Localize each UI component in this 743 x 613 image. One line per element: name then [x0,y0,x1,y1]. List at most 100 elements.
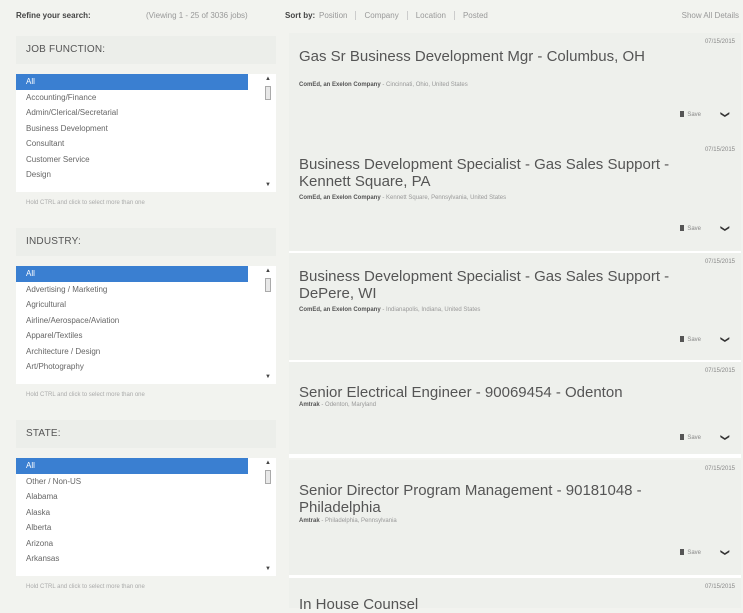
industry-heading: INDUSTRY: [16,228,276,256]
job-title-link[interactable]: Gas Sr Business Development Mgr - Columb… [299,48,719,65]
company-name: ComEd, an Exelon Company [299,307,381,313]
industry-option[interactable]: Airline/Aerospace/Aviation [16,313,248,329]
chevron-down-icon[interactable]: ❯ [720,434,731,442]
bookmark-icon [680,111,685,117]
job-location: Indianapolis, Indiana, United States [386,307,481,313]
refine-search-label: Refine your search: [16,11,91,20]
job-location: Odenton, Maryland [325,402,377,408]
company-name: ComEd, an Exelon Company [299,82,381,88]
save-button[interactable]: Save [680,225,701,232]
job-title-link[interactable]: Senior Electrical Engineer - 90069454 - … [299,384,719,401]
industry-select[interactable]: All Advertising / Marketing Agricultural… [16,266,276,384]
scroll-thumb[interactable] [265,470,271,484]
company-name: Amtrak [299,518,320,524]
save-label: Save [687,435,701,441]
save-label: Save [687,550,701,556]
posted-date: 07/15/2015 [704,368,735,374]
job-function-option[interactable]: Admin/Clerical/Secretarial [16,105,248,121]
industry-option[interactable]: Architecture / Design [16,344,248,360]
sort-position-link[interactable]: Position [319,11,357,20]
save-button[interactable]: Save [680,434,701,441]
industry-scrollbar[interactable]: ▲ ▼ [264,266,272,384]
scroll-up-icon[interactable]: ▲ [264,76,272,82]
chevron-down-icon[interactable]: ❯ [720,225,731,233]
job-card: 07/15/2015 Business Development Speciali… [289,253,741,364]
state-option[interactable]: All [16,458,248,474]
scroll-thumb[interactable] [265,278,271,292]
chevron-down-icon[interactable]: ❯ [720,111,731,119]
job-card: 07/15/2015 Gas Sr Business Development M… [289,33,741,147]
job-function-heading: JOB FUNCTION: [16,36,276,64]
industry-option[interactable]: All [16,266,248,282]
save-label: Save [687,337,701,343]
industry-option[interactable]: Advertising / Marketing [16,282,248,298]
multi-select-hint: Hold CTRL and click to select more than … [26,200,145,206]
job-card: 07/15/2015 Senior Director Program Manag… [289,460,741,579]
company-name: ComEd, an Exelon Company [299,195,381,201]
job-location: Philadelphia, Pennsylvania [325,518,397,524]
chevron-down-icon[interactable]: ❯ [720,336,731,344]
job-title-link[interactable]: Senior Director Program Management - 901… [299,482,719,516]
job-meta: ComEd, an Exelon Company - Cincinnati, O… [299,82,468,88]
posted-date: 07/15/2015 [704,259,735,265]
job-function-scrollbar[interactable]: ▲ ▼ [264,74,272,192]
state-option[interactable]: Arkansas [16,551,248,567]
job-location: Cincinnati, Ohio, United States [386,82,468,88]
job-meta: Amtrak - Odenton, Maryland [299,402,376,408]
job-title-link[interactable]: Business Development Specialist - Gas Sa… [299,268,719,302]
scroll-down-icon[interactable]: ▼ [264,566,272,572]
posted-date: 07/15/2015 [704,584,735,590]
job-meta: Amtrak - Philadelphia, Pennsylvania [299,518,397,524]
state-scrollbar[interactable]: ▲ ▼ [264,458,272,576]
job-function-option[interactable]: Consultant [16,136,248,152]
state-select[interactable]: All Other / Non-US Alabama Alaska Albert… [16,458,276,576]
bookmark-icon [680,225,685,231]
job-function-filter: JOB FUNCTION: All Accounting/Finance Adm… [16,36,276,206]
sort-location-link[interactable]: Location [408,11,455,20]
sort-options: Position Company Location Posted [319,11,496,20]
job-title-link[interactable]: In House Counsel [299,596,719,613]
posted-date: 07/15/2015 [704,39,735,45]
industry-filter: INDUSTRY: All Advertising / Marketing Ag… [16,228,276,398]
state-heading: STATE: [16,420,276,448]
job-function-option[interactable]: Customer Service [16,152,248,168]
bookmark-icon [680,336,685,342]
state-option[interactable]: Alberta [16,520,248,536]
industry-option[interactable]: Art/Photography [16,359,248,375]
state-option[interactable]: Other / Non-US [16,474,248,490]
sort-by-label: Sort by: [285,11,316,20]
save-button[interactable]: Save [680,549,701,556]
sort-posted-link[interactable]: Posted [455,11,496,20]
chevron-down-icon[interactable]: ❯ [720,549,731,557]
job-card: 07/15/2015 In House Counsel [289,578,741,613]
job-function-option[interactable]: All [16,74,248,90]
scroll-up-icon[interactable]: ▲ [264,460,272,466]
scroll-up-icon[interactable]: ▲ [264,268,272,274]
bookmark-icon [680,549,685,555]
job-meta: ComEd, an Exelon Company - Indianapolis,… [299,307,480,313]
job-title-link[interactable]: Business Development Specialist - Gas Sa… [299,156,719,190]
state-option[interactable]: Arizona [16,536,248,552]
job-location: Kennett Square, Pennsylvania, United Sta… [386,195,507,201]
save-label: Save [687,226,701,232]
bookmark-icon [680,434,685,440]
company-name: Amtrak [299,402,320,408]
job-function-select[interactable]: All Accounting/Finance Admin/Clerical/Se… [16,74,276,192]
job-function-option[interactable]: Design [16,167,248,183]
sort-company-link[interactable]: Company [356,11,408,20]
scroll-down-icon[interactable]: ▼ [264,182,272,188]
job-function-option[interactable]: Business Development [16,121,248,137]
state-option[interactable]: Alabama [16,489,248,505]
save-button[interactable]: Save [680,111,701,118]
industry-option[interactable]: Apparel/Textiles [16,328,248,344]
job-card: 07/15/2015 Senior Electrical Engineer - … [289,362,741,458]
scroll-down-icon[interactable]: ▼ [264,374,272,380]
job-function-option[interactable]: Accounting/Finance [16,90,248,106]
save-button[interactable]: Save [680,336,701,343]
job-meta: ComEd, an Exelon Company - Kennett Squar… [299,195,506,201]
state-option[interactable]: Alaska [16,505,248,521]
scroll-thumb[interactable] [265,86,271,100]
results-count: (Viewing 1 - 25 of 3036 jobs) [146,11,248,20]
show-all-details-link[interactable]: Show All Details [682,11,739,20]
industry-option[interactable]: Agricultural [16,297,248,313]
